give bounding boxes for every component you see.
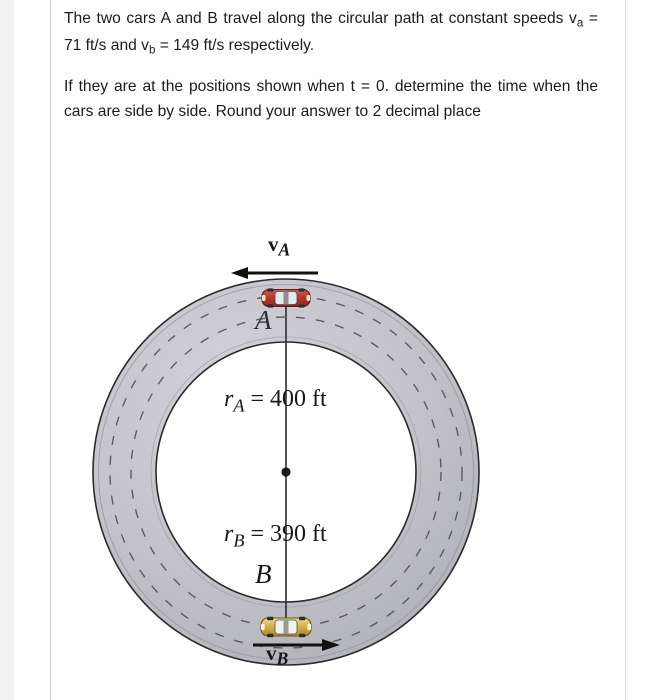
radius-b-subscript: B [233, 530, 245, 551]
radius-a-label: rA = 400 ft [224, 386, 327, 416]
radius-a-subscript: A [233, 395, 245, 416]
statement-paragraph-2: If they are at the positions shown when … [64, 77, 598, 121]
statement-p1-text-c: = 149 ft/s respectively. [155, 37, 315, 55]
radius-b-symbol: r [224, 521, 234, 547]
radius-a-value: = 400 ft [244, 386, 327, 412]
track-annulus [92, 278, 480, 666]
statement-p1-text-a: The two cars A and B travel along the ci… [64, 10, 577, 27]
velocity-b-subscript: B [276, 648, 289, 669]
velocity-arrow-b [253, 639, 340, 651]
center-point [281, 467, 291, 477]
radius-b-label: rB = 390 ft [224, 521, 327, 551]
radius-a-symbol: r [224, 386, 234, 412]
velocity-a-subscript: A [278, 239, 291, 260]
velocity-b-symbol: v [266, 641, 277, 665]
velocity-b-label: vB [266, 641, 288, 670]
page-left-border [50, 0, 51, 700]
lane-dashes [109, 295, 463, 649]
point-b-label: B [255, 559, 272, 589]
statement-paragraph-1: The two cars A and B travel along the ci… [64, 6, 598, 61]
radius-b-value: = 390 ft [244, 521, 327, 547]
velocity-a-label: vA [268, 232, 290, 261]
car-a [261, 288, 311, 308]
page-right-border [625, 0, 626, 700]
velocity-a-symbol: v [268, 232, 279, 256]
velocity-arrow-a [231, 267, 318, 279]
vertical-scrollbar[interactable] [644, 0, 658, 700]
car-b [260, 616, 312, 638]
page-gutter [0, 0, 14, 700]
radius-line [281, 300, 291, 628]
point-a-label: A [255, 305, 272, 335]
problem-statement: The two cars A and B travel along the ci… [64, 6, 598, 124]
